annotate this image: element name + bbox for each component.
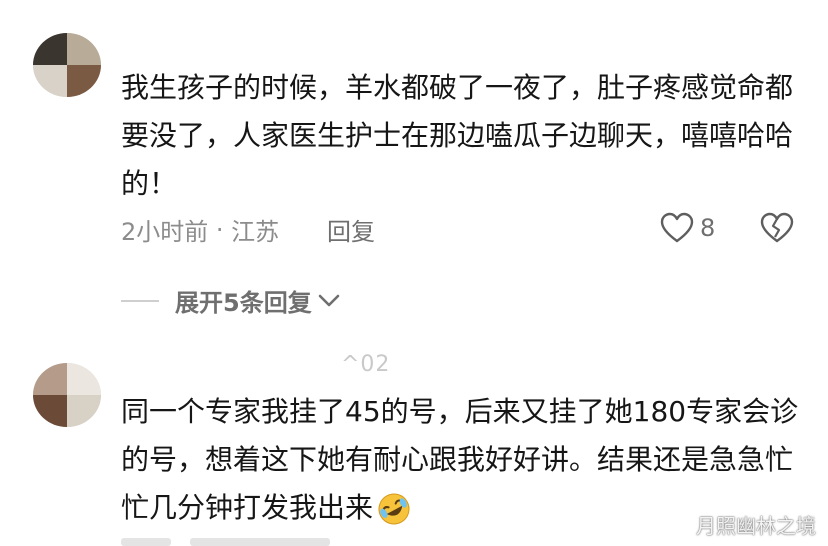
avatar[interactable]	[33, 363, 101, 427]
heart-outline-icon	[660, 212, 694, 243]
like-button[interactable]: 8	[660, 212, 715, 244]
clipped-content	[121, 538, 171, 546]
comment-location: 江苏	[231, 218, 280, 246]
comment-time: 2小时前	[121, 218, 209, 246]
clipped-content	[190, 538, 330, 546]
expand-replies-button[interactable]: 展开5条回复	[121, 283, 340, 318]
avatar-tile	[67, 363, 101, 395]
comment-text-body: 同一个专家我挂了45的号，后来又挂了她180专家会诊的号，想着这下她有耐心跟我好…	[121, 395, 799, 524]
avatar-tile	[33, 65, 67, 97]
avatar-tile	[33, 395, 67, 427]
chevron-down-icon	[318, 294, 340, 306]
watermark: 月照幽林之境	[696, 514, 816, 538]
reply-button[interactable]: 回复	[327, 212, 375, 247]
avatar-tile	[33, 33, 67, 65]
username[interactable]: ^02	[341, 352, 390, 377]
meta-separator: ·	[208, 215, 232, 244]
dislike-button[interactable]	[760, 212, 794, 248]
avatar-tile	[67, 33, 101, 65]
avatar-tile	[33, 363, 67, 395]
comment-meta: 2小时前 · 江苏	[121, 212, 279, 247]
like-count: 8	[700, 214, 716, 242]
expand-replies-label: 展开5条回复	[175, 289, 312, 317]
broken-heart-icon	[760, 212, 794, 243]
avatar-tile	[67, 65, 101, 97]
avatar[interactable]	[33, 33, 101, 97]
rolling-on-floor-laughing-emoji	[378, 493, 410, 525]
comment-text: 我生孩子的时候，羊水都破了一夜了，肚子疼感觉命都要没了，人家医生护士在那边嗑瓜子…	[121, 71, 794, 200]
avatar-tile	[67, 395, 101, 427]
expand-divider	[121, 299, 159, 302]
comment-thread: 我生孩子的时候，羊水都破了一夜了，肚子疼感觉命都要没了，人家医生护士在那边嗑瓜子…	[0, 0, 828, 546]
